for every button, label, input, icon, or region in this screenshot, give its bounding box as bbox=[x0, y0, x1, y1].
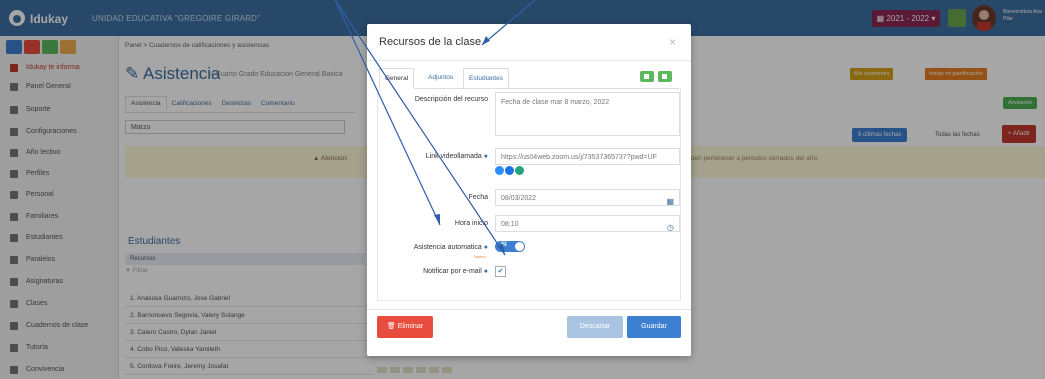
arrow-head-icon bbox=[482, 36, 490, 45]
annotation-arrow bbox=[481, 0, 536, 46]
annotation-arrow bbox=[334, 0, 441, 226]
annotation-arrow bbox=[334, 0, 506, 256]
arrow-head-icon bbox=[434, 214, 440, 225]
arrow-head-icon bbox=[497, 244, 505, 255]
annotation-arrows bbox=[334, 0, 536, 256]
